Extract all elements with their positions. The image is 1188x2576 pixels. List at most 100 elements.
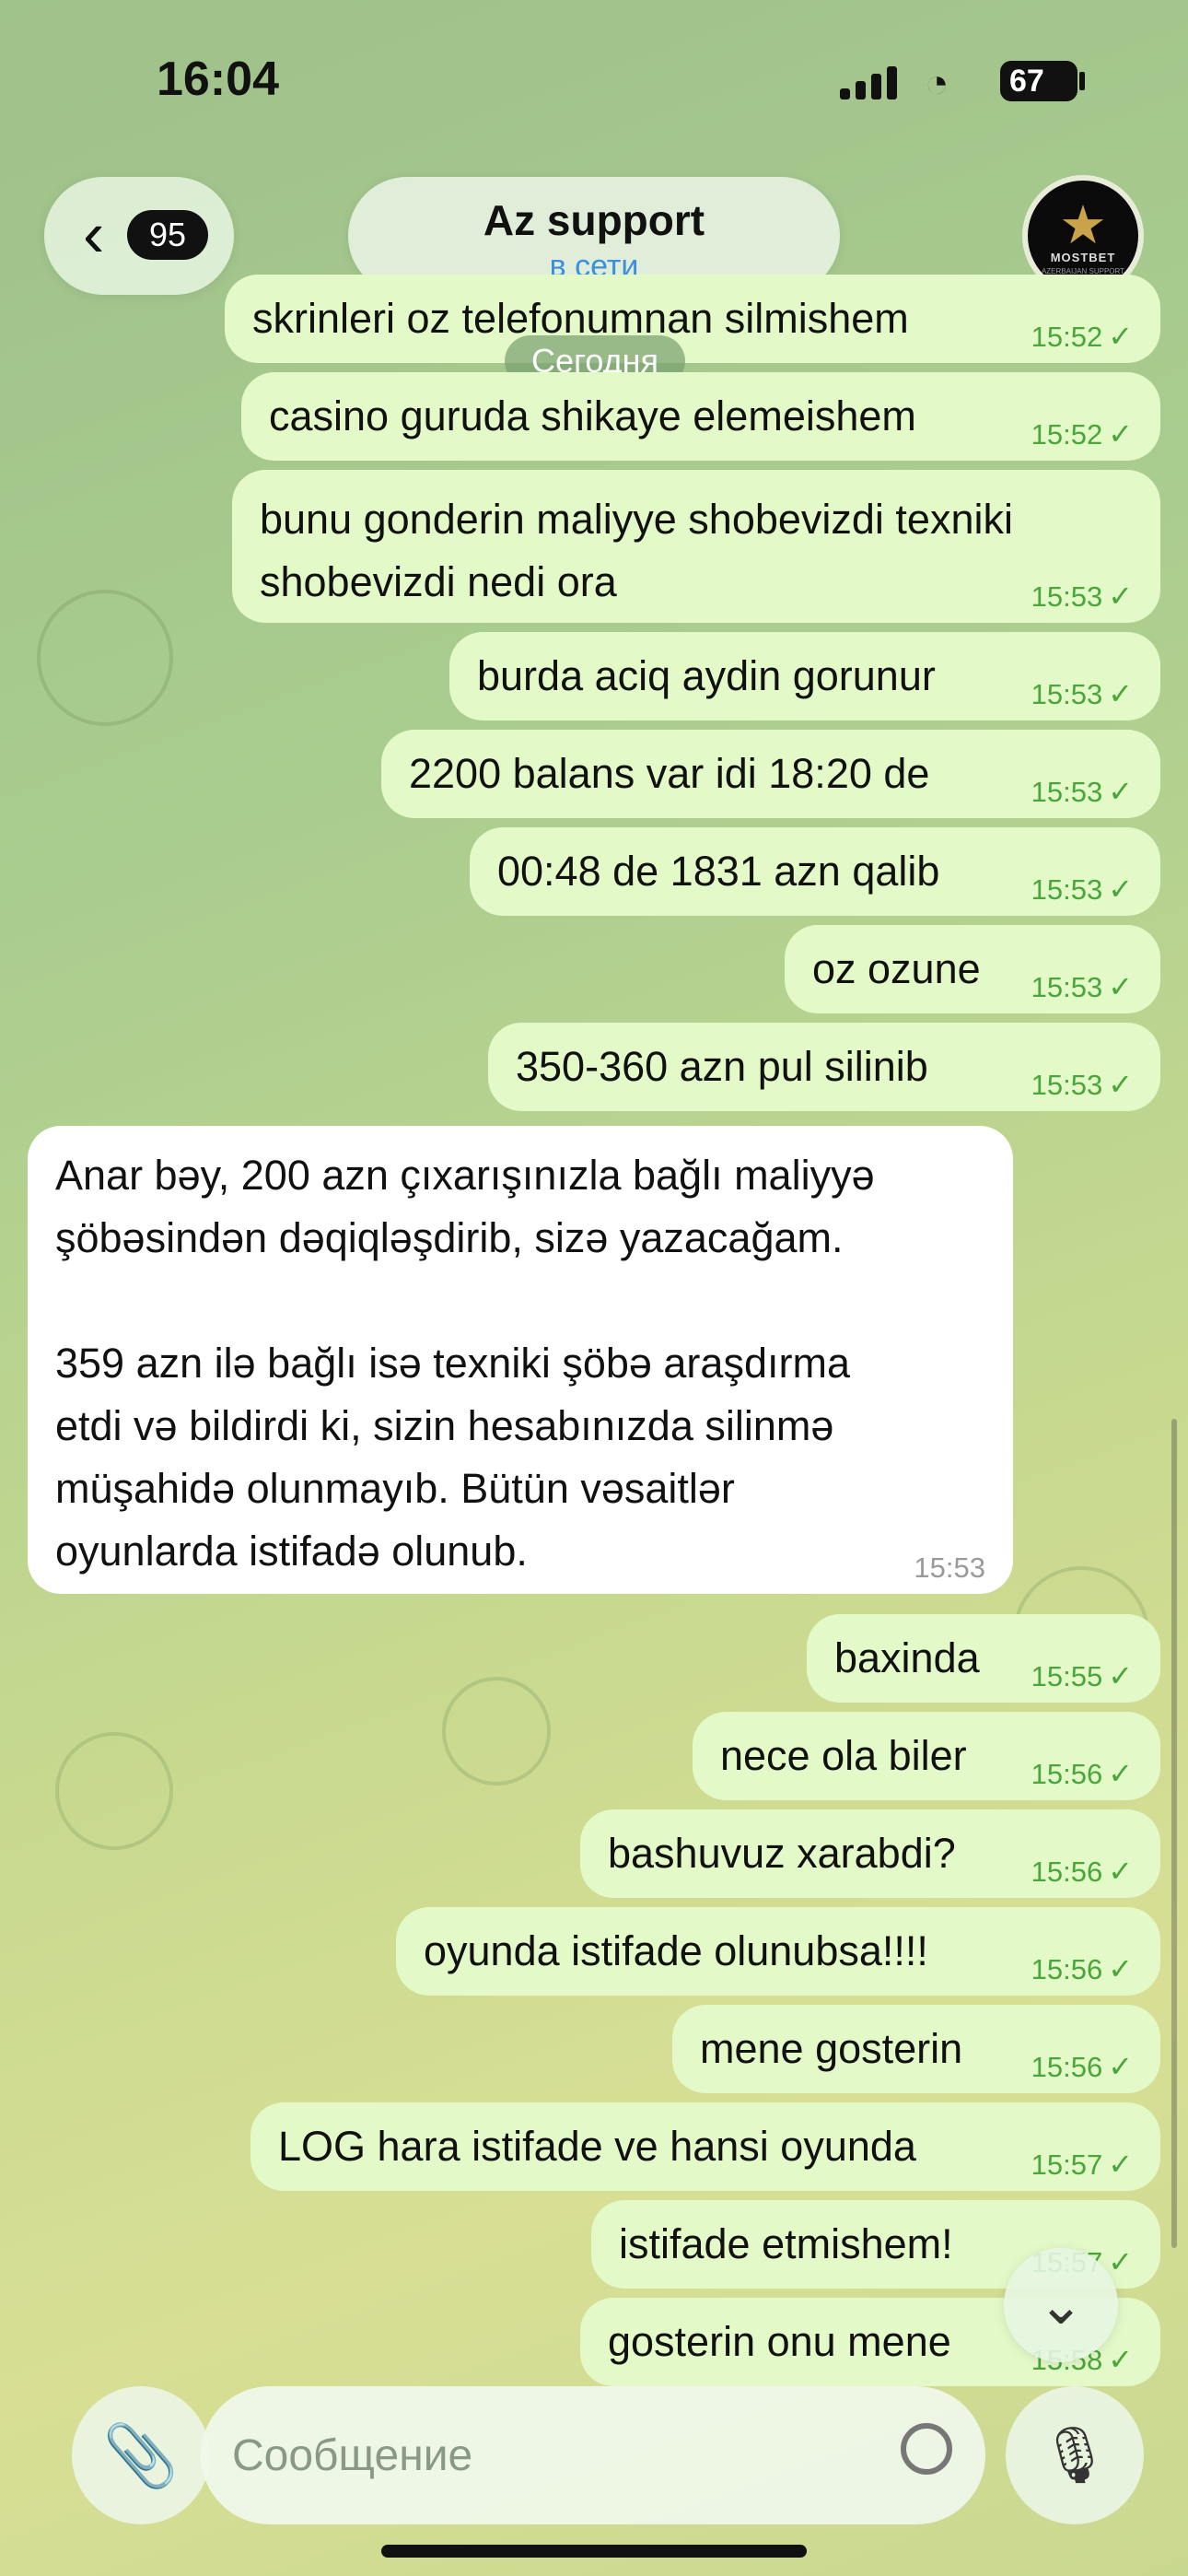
paperclip-icon: 📎 (102, 2421, 180, 2489)
check-icon: ✓ (1108, 2343, 1133, 2376)
message-line: şöbəsindən dəqiqləşdirib, sizə yazacağam… (55, 1214, 844, 1261)
message-meta: 15:52 ✓ (1031, 416, 1133, 451)
message-line: bunu gonderin maliyye shobevizdi texniki (260, 496, 1013, 543)
message-bubble[interactable]: nece ola biler 15:56 ✓ (693, 1712, 1160, 1800)
chevron-left-icon: ‹ (83, 198, 105, 270)
message-line: shobevizdi nedi ora (260, 558, 617, 605)
wallpaper-doodle (442, 1677, 551, 1786)
check-icon: ✓ (1108, 2245, 1133, 2278)
check-icon: ✓ (1108, 1659, 1133, 1692)
battery-level: 67 (1009, 64, 1044, 99)
message-text: gosterin onu mene (608, 2318, 951, 2365)
check-icon: ✓ (1108, 1068, 1133, 1101)
check-icon: ✓ (1108, 1952, 1133, 1985)
check-icon: ✓ (1108, 872, 1133, 906)
message-bubble[interactable]: 00:48 de 1831 azn qalib 15:53 ✓ (470, 827, 1160, 916)
message-placeholder: Сообщение (232, 2431, 473, 2480)
wallpaper-doodle (37, 590, 173, 726)
message-time: 15:56 (1031, 1953, 1103, 1985)
unread-count-badge: 95 (127, 210, 208, 260)
wallpaper-doodle (55, 1732, 173, 1850)
check-icon: ✓ (1108, 580, 1133, 613)
message-time: 15:56 (1031, 1758, 1103, 1790)
check-icon: ✓ (1108, 677, 1133, 710)
message-bubble[interactable]: mene gosterin 15:56 ✓ (672, 2005, 1160, 2093)
check-icon: ✓ (1108, 2148, 1133, 2181)
message-meta: 15:56 ✓ (1031, 1756, 1133, 1791)
message-bubble[interactable]: baxinda 15:55 ✓ (807, 1614, 1160, 1703)
check-icon: ✓ (1108, 2050, 1133, 2083)
back-button[interactable]: ‹ 95 (44, 177, 234, 295)
attach-button[interactable]: 📎 (72, 2386, 210, 2524)
message-bubble[interactable]: oyunda istifade olunubsa!!!! 15:56 ✓ (396, 1907, 1160, 1996)
message-meta: 15:52 ✓ (1031, 319, 1133, 354)
message-time: 15:53 (1031, 873, 1103, 906)
message-meta: 15:56 ✓ (1031, 1951, 1133, 1986)
sticker-icon[interactable] (901, 2423, 952, 2475)
message-meta: 15:55 ✓ (1031, 1658, 1133, 1693)
message-text: istifade etmishem! (619, 2220, 953, 2267)
message-time: 15:53 (1031, 776, 1103, 808)
message-bubble[interactable]: bashuvuz xarabdi? 15:56 ✓ (580, 1809, 1160, 1898)
battery-nub (1079, 72, 1085, 90)
message-time: 15:53 (914, 1551, 985, 1584)
message-bubble[interactable]: 2200 balans var idi 18:20 de 15:53 ✓ (381, 730, 1160, 818)
status-bar: 16:04 ◔ 67 (0, 0, 1188, 157)
cellular-signal-icon (840, 66, 899, 100)
message-bubble[interactable]: bunu gonderin maliyye shobevizdi texniki… (232, 470, 1160, 623)
message-text: oz ozune (812, 945, 981, 992)
message-text: Anar bəy, 200 azn çıxarışınızla bağlı ma… (55, 1144, 875, 1583)
message-line: 359 azn ilə bağlı isə texniki şöbə araşd… (55, 1340, 850, 1387)
message-input[interactable]: Сообщение (201, 2386, 985, 2524)
scroll-down-button[interactable]: ⌄ (1004, 2248, 1118, 2362)
incoming-message-bubble[interactable]: Anar bəy, 200 azn çıxarışınızla bağlı ma… (28, 1126, 1013, 1594)
message-text: bunu gonderin maliyye shobevizdi texniki… (260, 488, 1013, 614)
message-bubble[interactable]: casino guruda shikaye elemeishem 15:52 ✓ (241, 372, 1160, 461)
chevron-down-icon: ⌄ (1037, 2274, 1085, 2336)
message-meta: 15:57✓ (1031, 2147, 1133, 2182)
message-text: oyunda istifade olunubsa!!!! (424, 1927, 928, 1974)
message-text: 350-360 azn pul silinib (516, 1043, 928, 1090)
message-text: baxinda (834, 1634, 980, 1681)
message-time: 15:56 (1031, 2051, 1103, 2083)
star-logo-icon: ★ (1059, 195, 1107, 255)
message-time: 15:53 (1031, 678, 1103, 710)
check-icon: ✓ (1108, 1757, 1133, 1790)
message-time: 15:53 (1031, 971, 1103, 1003)
message-text: burda aciq aydin gorunur (477, 652, 936, 699)
message-time: 15:53 (1031, 1069, 1103, 1101)
battery-icon: 67 (1000, 61, 1077, 101)
check-icon: ✓ (1108, 1855, 1133, 1888)
message-text: nece ola biler (720, 1732, 967, 1779)
message-meta: 15:56 ✓ (1031, 1854, 1133, 1889)
message-meta: 15:53 ✓ (1031, 676, 1133, 711)
microphone-icon: 🎙 (1039, 2424, 1111, 2486)
status-time: 16:04 (157, 53, 279, 106)
message-bubble[interactable]: burda aciq aydin gorunur 15:53 ✓ (449, 632, 1160, 720)
message-time: 15:56 (1031, 1856, 1103, 1888)
message-line: oyunlarda istifadə olunub. (55, 1528, 528, 1575)
message-line: etdi və bildirdi ki, sizin hesabınızda s… (55, 1402, 834, 1449)
check-icon: ✓ (1108, 775, 1133, 808)
message-meta: 15:53 ✓ (1031, 1067, 1133, 1102)
message-time: 15:57 (1031, 2149, 1103, 2181)
check-icon: ✓ (1108, 417, 1133, 451)
message-text: casino guruda shikaye elemeishem (269, 392, 916, 439)
avatar-logo-text: MOSTBET (1050, 251, 1116, 264)
message-time: 15:52 (1031, 321, 1103, 353)
scrollbar[interactable] (1171, 1419, 1177, 2248)
mic-button[interactable]: 🎙 (1006, 2386, 1144, 2524)
message-bubble[interactable]: LOG hara istifade ve hansi oyunda 15:57 ✓ (250, 2102, 1160, 2191)
message-meta: 15:53 ✓ (1031, 579, 1133, 614)
message-meta: 15:53 ✓ (1031, 872, 1133, 907)
message-bubble[interactable]: oz ozune 15:53 ✓ (785, 925, 1160, 1013)
message-bubble[interactable]: skrinleri oz telefonumnan silmishem 15:5… (225, 275, 1160, 363)
message-bubble[interactable]: 350-360 azn pul silinib 15:53 ✓ (488, 1023, 1160, 1111)
chat-name: Az support (483, 196, 705, 244)
message-time: 15:52 (1031, 418, 1103, 451)
message-text: mene gosterin (700, 2025, 963, 2072)
message-line: Anar bəy, 200 azn çıxarışınızla bağlı ma… (55, 1152, 875, 1199)
message-meta: 15:56 ✓ (1031, 2049, 1133, 2084)
message-time: 15:53 (1031, 580, 1103, 613)
wifi-icon: ◔ (925, 61, 949, 106)
